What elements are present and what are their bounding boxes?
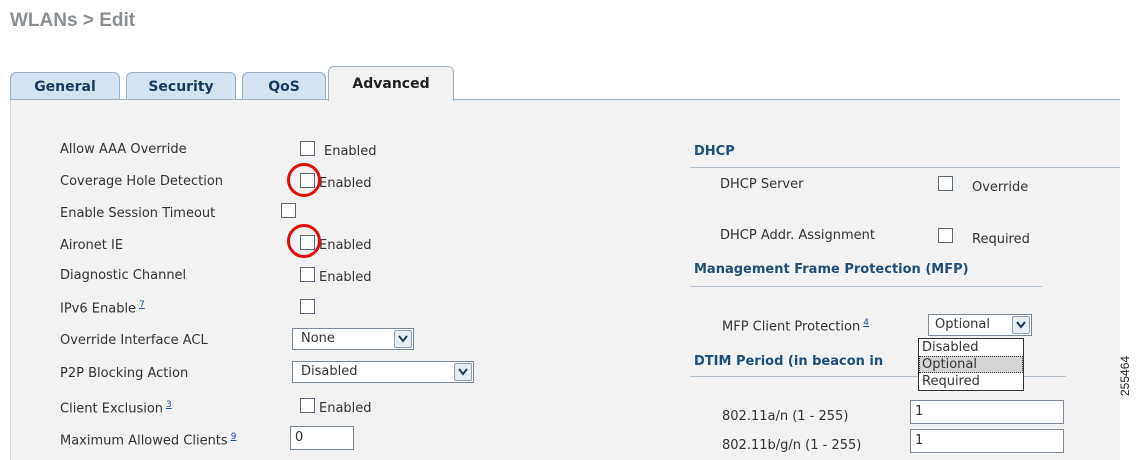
ipv6-enable-label: IPv6 Enable 7 (60, 300, 145, 316)
coverage-hole-detection-enabled-text: Enabled (319, 176, 372, 191)
max-allowed-clients-label: Maximum Allowed Clients 9 (60, 432, 236, 448)
client-exclusion-label: Client Exclusion 3 (60, 400, 172, 416)
chevron-down-icon[interactable] (394, 330, 412, 348)
mfp-client-protection-text: MFP Client Protection (722, 319, 861, 335)
mfp-option-optional[interactable]: Optional (919, 356, 1023, 373)
aironet-ie-label: Aironet IE (60, 238, 124, 253)
session-timeout-checkbox[interactable] (281, 203, 296, 218)
dhcp-addr-assignment-checkbox[interactable] (938, 228, 953, 243)
p2p-blocking-action-label: P2P Blocking Action (60, 366, 189, 381)
dtim-80211an-label: 802.11a/n (1 - 255) (722, 409, 849, 424)
mfp-client-protection-label: MFP Client Protection 4 (722, 318, 869, 334)
max-allowed-clients-text: Maximum Allowed Clients (60, 433, 228, 449)
highlight-circle (287, 163, 321, 197)
mfp-divider (690, 286, 1042, 287)
dtim-80211bgn-label: 802.11b/g/n (1 - 255) (722, 438, 862, 453)
ipv6-enable-text: IPv6 Enable (60, 301, 137, 317)
mfp-client-protection-value: Optional (935, 317, 990, 332)
dhcp-server-label: DHCP Server (720, 177, 804, 192)
mfp-client-protection-footnote-link[interactable]: 4 (863, 318, 869, 328)
mfp-client-protection-select[interactable]: Optional (928, 314, 1032, 336)
allow-aaa-override-checkbox[interactable] (300, 141, 315, 156)
dtim-heading: DTIM Period (in beacon in (694, 354, 884, 369)
dhcp-heading: DHCP (694, 144, 735, 159)
mfp-heading: Management Frame Protection (MFP) (694, 262, 969, 277)
dhcp-addr-assignment-label: DHCP Addr. Assignment (720, 228, 875, 243)
aironet-ie-enabled-text: Enabled (319, 238, 372, 253)
override-interface-acl-select[interactable]: None (292, 328, 414, 350)
dhcp-addr-assignment-required-text: Required (972, 232, 1030, 247)
ipv6-footnote-link[interactable]: 7 (139, 300, 145, 310)
diagnostic-channel-checkbox[interactable] (300, 267, 315, 282)
client-exclusion-footnote-link[interactable]: 3 (166, 400, 172, 410)
mfp-options-dropdown: Disabled Optional Required (918, 338, 1024, 391)
dhcp-server-override-text: Override (972, 180, 1029, 195)
client-exclusion-checkbox[interactable] (300, 398, 315, 413)
page-title: WLANs > Edit (10, 10, 136, 31)
override-interface-acl-label: Override Interface ACL (60, 333, 208, 348)
chevron-down-icon[interactable] (454, 363, 472, 381)
override-interface-acl-value: None (301, 331, 335, 346)
allow-aaa-override-label: Allow AAA Override (60, 142, 187, 157)
figure-id: 255464 (1118, 355, 1132, 396)
dtim-80211an-input[interactable]: 1 (910, 400, 1064, 424)
chevron-down-icon[interactable] (1012, 316, 1030, 334)
dhcp-server-checkbox[interactable] (938, 176, 953, 191)
client-exclusion-enabled-text: Enabled (319, 401, 372, 416)
diagnostic-channel-enabled-text: Enabled (319, 270, 372, 285)
allow-aaa-override-enabled-text: Enabled (324, 144, 377, 159)
p2p-blocking-action-select[interactable]: Disabled (292, 361, 474, 383)
tab-general[interactable]: General (10, 72, 120, 100)
tab-qos[interactable]: QoS (242, 72, 326, 100)
diagnostic-channel-label: Diagnostic Channel (60, 268, 187, 283)
tab-security[interactable]: Security (126, 72, 236, 100)
max-allowed-clients-footnote-link[interactable]: 9 (231, 432, 237, 442)
ipv6-enable-checkbox[interactable] (300, 299, 315, 314)
session-timeout-label: Enable Session Timeout (60, 206, 216, 221)
tab-advanced[interactable]: Advanced (328, 66, 454, 101)
p2p-blocking-action-value: Disabled (301, 364, 358, 379)
mfp-option-disabled[interactable]: Disabled (919, 339, 1023, 356)
mfp-option-required[interactable]: Required (919, 373, 1023, 390)
dhcp-divider (690, 167, 1120, 168)
dtim-80211bgn-input[interactable]: 1 (910, 429, 1064, 453)
max-allowed-clients-input[interactable]: 0 (290, 426, 354, 450)
client-exclusion-text: Client Exclusion (60, 401, 164, 417)
highlight-circle (287, 224, 321, 258)
tab-bar: General Security QoS Advanced (10, 64, 1120, 101)
coverage-hole-detection-label: Coverage Hole Detection (60, 174, 224, 189)
